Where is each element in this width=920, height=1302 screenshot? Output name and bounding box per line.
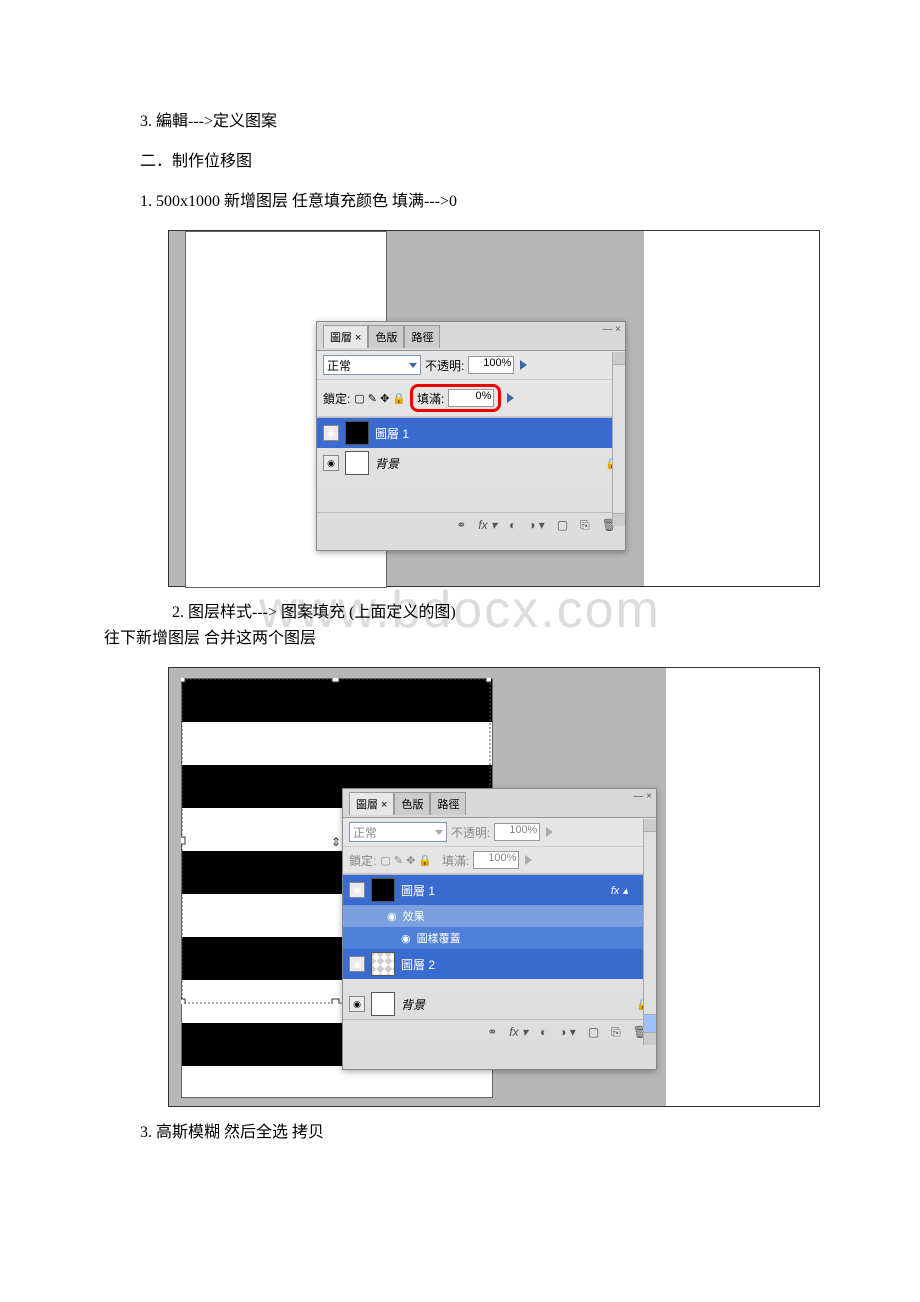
panel-header: 圖層 × 色版 路徑 — × [317,322,625,351]
layer-row-2[interactable]: ◉ 圖層 2 [343,949,656,979]
blend-mode-select[interactable]: 正常 [323,355,421,375]
scrollbar[interactable] [643,819,656,1045]
scrollbar[interactable] [612,352,625,526]
text-step-2b: 往下新增图层 合并这两个图层 [104,627,820,651]
fx-badge[interactable]: fx ▴ [611,884,628,897]
visibility-icon[interactable]: ◉ [349,956,365,972]
opacity-slider-icon[interactable] [520,360,527,370]
pattern-overlay-label: 圖樣覆蓋 [417,930,461,946]
tab-layers[interactable]: 圖層 × [349,792,394,815]
layer-thumb [345,421,369,445]
lock-label: 鎖定: [349,852,376,869]
mask-icon[interactable]: ◐ [540,1025,547,1039]
adjust-icon[interactable]: ◑ ▾ [559,1025,576,1039]
opacity-label: 不透明: [451,824,490,841]
visibility-icon[interactable]: ◉ [323,425,339,441]
effects-label: 效果 [403,908,425,924]
layer-name: 圖層 1 [401,882,435,899]
layer-row-1[interactable]: ◉ 圖層 1 [317,418,625,448]
visibility-icon[interactable]: ◉ [349,882,365,898]
fill-highlight: 填滿: 0% [410,384,501,412]
panel-footer: ⚭ fx ▾ ◐ ◑ ▾ ▢ ⎘ 🗑 [317,513,625,537]
layer-row-1[interactable]: ◉ 圖層 1 fx ▴ [343,875,656,905]
lock-row: 鎖定: ▢ ✎ ✥ 🔒 填滿: 0% [317,380,625,417]
fill-slider-icon[interactable] [507,393,514,403]
layer-row-bg[interactable]: ◉ 背景 🔒 [343,989,656,1019]
close-icon[interactable]: — × [633,791,652,802]
layers-panel: 圖層 × 色版 路徑 — × 正常 不透明: 100% 鎖定: [316,321,626,551]
visibility-icon[interactable]: ◉ [387,910,397,923]
tab-paths[interactable]: 路徑 [404,325,440,348]
text-step-1: 1. 500x1000 新增图层 任意填充颜色 填满--->0 [140,190,820,214]
layer-thumb [345,451,369,475]
opacity-slider-icon[interactable] [546,827,553,837]
pattern-overlay-row[interactable]: ◉ 圖樣覆蓋 [343,927,656,949]
text-step-2: 2. 图层样式---> 图案填充 (上面定义的图) [140,601,820,625]
opacity-input[interactable]: 100% [468,356,514,374]
fill-label: 填滿: [417,390,444,407]
effects-row[interactable]: ◉ 效果 [343,905,656,927]
tab-paths[interactable]: 路徑 [430,792,466,815]
layer-thumb [371,952,395,976]
opacity-label: 不透明: [425,357,464,374]
layers-panel-2: 圖層 × 色版 路徑 — × 正常 不透明: 100% 鎖定: [342,788,657,1070]
layer-thumb [371,992,395,1016]
blend-row: 正常 不透明: 100% [317,351,625,380]
lock-row: 鎖定: ▢ ✎ ✥ 🔒 填滿: 100% [343,847,656,874]
blend-mode-select[interactable]: 正常 [349,822,447,842]
visibility-icon[interactable]: ◉ [401,932,411,945]
text-section-2: 二．制作位移图 [140,150,820,174]
fill-input[interactable]: 100% [473,851,519,869]
adjust-icon[interactable]: ◑ ▾ [528,518,545,532]
tab-layers[interactable]: 圖層 × [323,325,368,348]
fx-icon[interactable]: fx ▾ [509,1025,528,1039]
layer-thumb [371,878,395,902]
link-icon[interactable]: ⚭ [487,1025,497,1039]
figure-2: ⇕ 圖層 × 色版 路徑 — × 正常 不透明: [168,667,820,1107]
opacity-input[interactable]: 100% [494,823,540,841]
fill-label: 填滿: [442,852,469,869]
layer-name: 圖層 1 [375,425,409,442]
tab-channels[interactable]: 色版 [368,325,404,348]
close-icon[interactable]: — × [602,324,621,335]
layer-name: 圖層 2 [401,956,435,973]
figure-1: 圖層 × 色版 路徑 — × 正常 不透明: 100% 鎖定: [168,230,820,587]
text-step-3b: 3. 高斯模糊 然后全选 拷贝 [140,1121,820,1145]
mask-icon[interactable]: ◐ [509,518,516,532]
lock-label: 鎖定: [323,390,350,407]
tab-channels[interactable]: 色版 [394,792,430,815]
text-step-3: 3. 編輯--->定义图案 [140,110,820,134]
panel-header: 圖層 × 色版 路徑 — × [343,789,656,818]
fill-input[interactable]: 0% [448,389,494,407]
new-layer-icon[interactable]: ⎘ [580,518,590,533]
fx-icon[interactable]: fx ▾ [478,518,497,532]
visibility-icon[interactable]: ◉ [323,455,339,471]
blend-row: 正常 不透明: 100% [343,818,656,847]
link-icon[interactable]: ⚭ [456,518,466,532]
lock-icons[interactable]: ▢ ✎ ✥ 🔒 [380,854,432,867]
folder-icon[interactable]: ▢ [557,518,568,532]
folder-icon[interactable]: ▢ [588,1025,599,1039]
layer-list: ◉ 圖層 1 ◉ 背景 🔒 [317,417,625,513]
layer-name: 背景 [401,996,425,1013]
layer-name: 背景 [375,455,399,472]
new-layer-icon[interactable]: ⎘ [611,1025,621,1040]
layer-row-bg[interactable]: ◉ 背景 🔒 [317,448,625,478]
fill-slider-icon[interactable] [525,855,532,865]
visibility-icon[interactable]: ◉ [349,996,365,1012]
lock-icons[interactable]: ▢ ✎ ✥ 🔒 [354,392,406,405]
layer-list: ◉ 圖層 1 fx ▴ ◉ 效果 ◉ 圖樣覆蓋 [343,874,656,1020]
panel-footer: ⚭ fx ▾ ◐ ◑ ▾ ▢ ⎘ 🗑 [343,1020,656,1044]
